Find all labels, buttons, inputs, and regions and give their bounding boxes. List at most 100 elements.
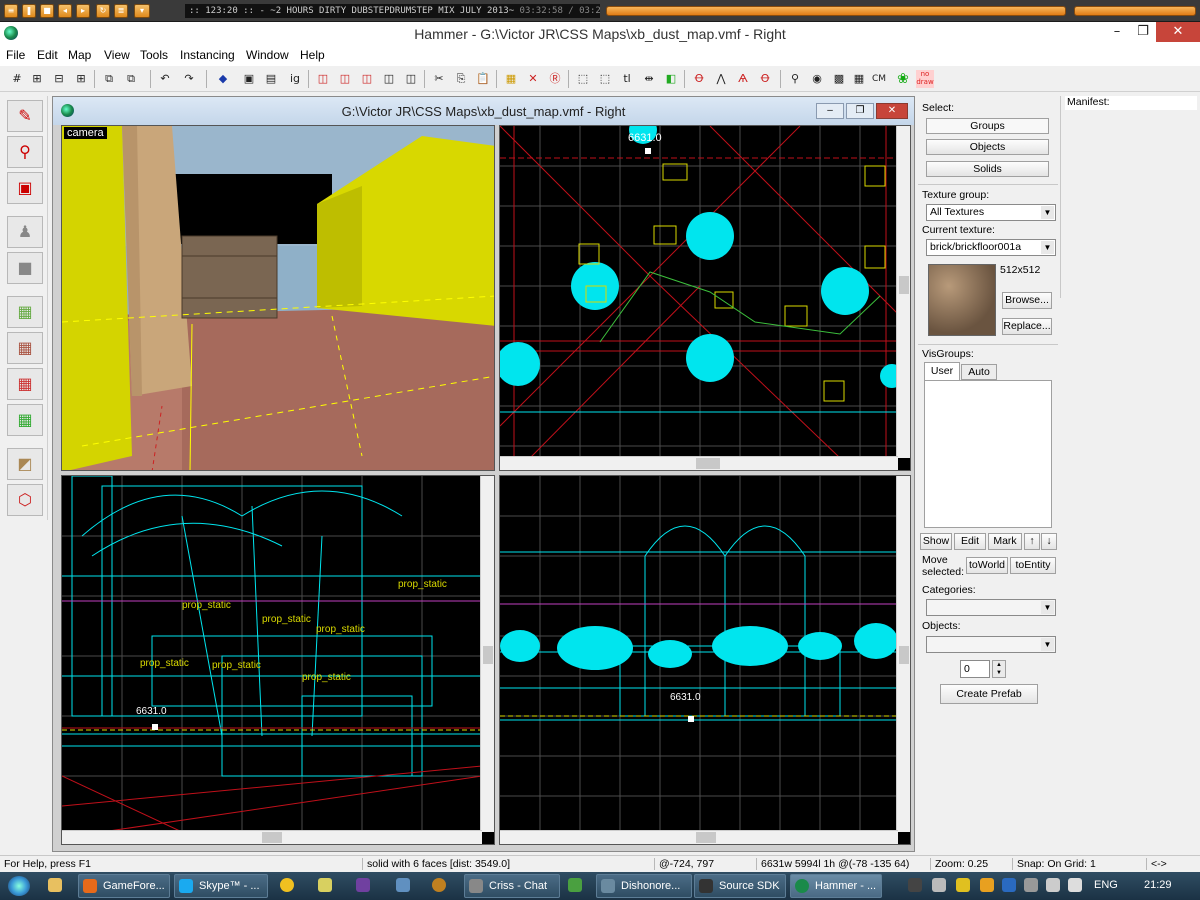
tool-icon-3[interactable]: ◫: [358, 70, 376, 88]
solids-button[interactable]: Solids: [926, 161, 1049, 177]
clip-tool-icon[interactable]: ◩: [7, 448, 43, 480]
menu-file[interactable]: File: [6, 48, 25, 62]
edit-button[interactable]: Edit: [954, 533, 986, 550]
tool-icon-4[interactable]: ◫: [380, 70, 398, 88]
next-icon[interactable]: ▸: [76, 4, 90, 18]
tool-icon-1[interactable]: ◫: [314, 70, 332, 88]
selection-tool-icon[interactable]: ✎: [7, 100, 43, 132]
move-down-button[interactable]: ↓: [1041, 533, 1057, 550]
dropdown-icon[interactable]: ▾: [134, 4, 150, 18]
restore-button[interactable]: ❐: [1126, 22, 1160, 42]
apply-texture-icon[interactable]: ▦: [7, 332, 43, 364]
taskbar-item-hammer[interactable]: Hammer - ...: [790, 874, 882, 898]
pause-icon[interactable]: ❚: [22, 4, 36, 18]
visgroup-icon-4[interactable]: Ꝋ: [756, 70, 774, 88]
to-world-button[interactable]: toWorld: [966, 557, 1008, 574]
displacement-icon[interactable]: ▦: [502, 70, 520, 88]
current-texture-select[interactable]: brick/brickfloor001a ▼: [926, 239, 1056, 256]
notepad-icon[interactable]: [318, 878, 332, 892]
tool-icon-2[interactable]: ◫: [336, 70, 354, 88]
tray-icon-4[interactable]: [980, 878, 994, 892]
tool-icon-5[interactable]: ◫: [402, 70, 420, 88]
browse-button[interactable]: Browse...: [1002, 292, 1052, 309]
texture-lock-icon[interactable]: ▤: [262, 70, 280, 88]
side-hscroll[interactable]: [62, 830, 482, 844]
menu-view[interactable]: View: [104, 48, 130, 62]
doc-restore-button[interactable]: ❐: [846, 103, 874, 119]
visgroup-icon-2[interactable]: ⋀: [712, 70, 730, 88]
vertex-tool-icon[interactable]: ⬡: [7, 484, 43, 516]
front-hscroll[interactable]: [500, 830, 898, 844]
ignore-groups-icon[interactable]: ig: [286, 70, 304, 88]
paste-icon[interactable]: 📋: [474, 70, 492, 88]
camera-viewport[interactable]: camera: [61, 125, 495, 471]
grid-larger-icon[interactable]: ⊞: [72, 70, 90, 88]
tray-steam-icon[interactable]: [908, 878, 922, 892]
model-icon[interactable]: ⚲: [786, 70, 804, 88]
run-map-icon[interactable]: ✕: [524, 70, 542, 88]
language-indicator[interactable]: ENG: [1094, 879, 1118, 891]
tab-auto[interactable]: Auto: [961, 364, 997, 380]
visgroup-icon-1[interactable]: Ꝋ: [690, 70, 708, 88]
redo-icon[interactable]: ↷: [180, 70, 198, 88]
volume-icon[interactable]: [1068, 878, 1082, 892]
transform-icon[interactable]: tl: [618, 70, 636, 88]
side-viewport[interactable]: prop_static prop_static prop_static prop…: [61, 475, 495, 845]
overlay-tool-icon[interactable]: ▦: [7, 404, 43, 436]
mark-button[interactable]: Mark: [988, 533, 1022, 550]
front-vscroll[interactable]: [896, 476, 910, 832]
tray-icon-6[interactable]: [1024, 878, 1038, 892]
3d-grid-icon[interactable]: ⊞: [28, 70, 46, 88]
cut-icon[interactable]: ✂: [430, 70, 448, 88]
tray-icon-2[interactable]: [932, 878, 946, 892]
previous-icon[interactable]: ◂: [58, 4, 72, 18]
undo-icon[interactable]: ↶: [156, 70, 174, 88]
taskbar-item-skype[interactable]: Skype™ - ...: [174, 874, 268, 898]
sphere-icon[interactable]: ◉: [808, 70, 826, 88]
spin-stepper[interactable]: ▲ ▼: [992, 660, 1006, 678]
menu-map[interactable]: Map: [68, 48, 91, 62]
smiley-icon[interactable]: [280, 878, 294, 892]
block-tool-icon[interactable]: ■: [7, 252, 43, 284]
categories-select[interactable]: ▼: [926, 599, 1056, 616]
texture-group-select[interactable]: All Textures ▼: [926, 204, 1056, 221]
tab-user[interactable]: User: [924, 362, 960, 380]
entity-tool-icon[interactable]: ♟: [7, 216, 43, 248]
tray-icon-5[interactable]: [1002, 878, 1016, 892]
utorrent-icon[interactable]: [568, 878, 582, 892]
taskbar-item-dishonored[interactable]: Dishonore...: [596, 874, 692, 898]
front-viewport[interactable]: 6631.0: [499, 475, 911, 845]
doc-minimize-button[interactable]: –: [816, 103, 844, 119]
stop-icon[interactable]: ■: [40, 4, 54, 18]
replace-button[interactable]: Replace...: [1002, 318, 1052, 335]
entity-report-icon[interactable]: Ⓡ: [546, 70, 564, 88]
objects-select[interactable]: ▼: [926, 636, 1056, 653]
taskbar-item-source-sdk[interactable]: Source SDK: [694, 874, 786, 898]
select-all-icon[interactable]: ⬚: [596, 70, 614, 88]
flip-icon[interactable]: ◧: [662, 70, 680, 88]
repeat-icon[interactable]: ↻: [96, 4, 110, 18]
visual-studio-icon[interactable]: [356, 878, 370, 892]
groups-button[interactable]: Groups: [926, 118, 1049, 134]
align-icon[interactable]: ⇹: [640, 70, 658, 88]
taskbar-item-criss-chat[interactable]: Criss - Chat: [464, 874, 560, 898]
select-icon[interactable]: ⬚: [574, 70, 592, 88]
menu-icon[interactable]: ≡: [4, 4, 18, 18]
objects-button[interactable]: Objects: [926, 139, 1049, 155]
top-viewport[interactable]: 6631.0: [499, 125, 911, 471]
taskbar-item-gameforge[interactable]: GameFore...: [78, 874, 170, 898]
menu-tools[interactable]: Tools: [140, 48, 168, 62]
no-draw-icon[interactable]: no draw: [916, 70, 934, 88]
carve-icon[interactable]: ⧉: [100, 70, 118, 88]
create-prefab-button[interactable]: Create Prefab: [940, 684, 1038, 704]
leaf-icon[interactable]: ❀: [894, 70, 912, 88]
seek-bar[interactable]: [606, 6, 1066, 16]
to-entity-button[interactable]: toEntity: [1010, 557, 1056, 574]
playlist-icon[interactable]: ≣: [114, 4, 128, 18]
menu-window[interactable]: Window: [246, 48, 289, 62]
decal-tool-icon[interactable]: ▦: [7, 368, 43, 400]
warning-app-icon[interactable]: [432, 878, 446, 892]
tray-icon-3[interactable]: [956, 878, 970, 892]
side-vscroll[interactable]: [480, 476, 494, 832]
hide-icon[interactable]: ◆: [214, 70, 232, 88]
